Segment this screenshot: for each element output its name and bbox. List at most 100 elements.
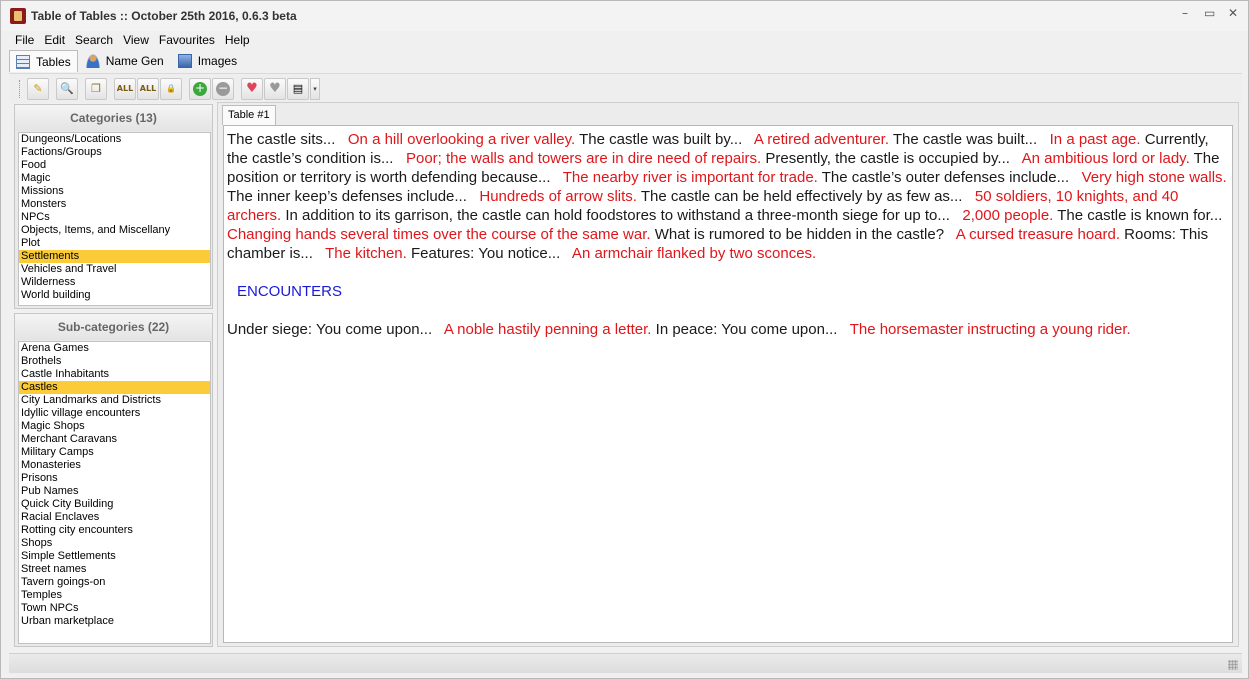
encounters-paragraph: Under siege: You come upon... A noble ha…	[227, 320, 1230, 339]
generated-result[interactable]: An armchair flanked by two sconces.	[569, 245, 816, 262]
generated-result[interactable]: 2,000 people.	[958, 207, 1053, 224]
list-item[interactable]: Town NPCs	[19, 602, 210, 615]
menu-view[interactable]: View	[118, 31, 154, 49]
generated-result[interactable]: A noble hastily penning a letter.	[440, 321, 652, 338]
search-button[interactable]: 🔍	[56, 77, 78, 100]
generated-result[interactable]: A retired adventurer.	[751, 131, 889, 148]
speech-button[interactable]: ▤	[287, 77, 309, 100]
list-item[interactable]: Castles	[19, 381, 210, 394]
tab-images[interactable]: Images	[172, 50, 243, 72]
table-prompt: The castle is known for...	[1053, 207, 1231, 224]
generated-result[interactable]: In a past age.	[1045, 131, 1141, 148]
list-item[interactable]: Vehicles and Travel	[19, 263, 210, 276]
table-prompt: Features: You notice...	[406, 245, 569, 262]
list-item[interactable]: Rotting city encounters	[19, 524, 210, 537]
list-item[interactable]: Simple Settlements	[19, 550, 210, 563]
list-item[interactable]: Plot	[19, 237, 210, 250]
menu-file[interactable]: File	[10, 31, 39, 49]
list-item[interactable]: Street names	[19, 563, 210, 576]
list-item[interactable]: Missions	[19, 185, 210, 198]
table-icon	[16, 54, 30, 69]
toolbar-grip[interactable]	[19, 79, 22, 98]
list-item[interactable]: Pub Names	[19, 485, 210, 498]
subcategories-header: Sub-categories (22)	[15, 314, 212, 340]
list-item[interactable]: City Landmarks and Districts	[19, 394, 210, 407]
tab-label: Images	[197, 54, 238, 68]
favourite-add-icon: ♥	[246, 81, 258, 96]
list-item[interactable]: Objects, Items, and Miscellany	[19, 224, 210, 237]
list-item[interactable]: Magic	[19, 172, 210, 185]
list-item[interactable]: Castle Inhabitants	[19, 368, 210, 381]
menu-search[interactable]: Search	[70, 31, 118, 49]
list-item[interactable]: Monsters	[19, 198, 210, 211]
list-item[interactable]: Racial Enclaves	[19, 511, 210, 524]
generated-result[interactable]: On a hill overlooking a river valley.	[344, 131, 575, 148]
list-item[interactable]: Monasteries	[19, 459, 210, 472]
result-paragraph: The castle sits... On a hill overlooking…	[227, 130, 1230, 263]
table-prompt: What is rumored to be hidden in the cast…	[650, 226, 953, 243]
generated-result[interactable]: The nearby river is important for trade.	[559, 169, 818, 186]
menu-help[interactable]: Help	[220, 31, 255, 49]
window-title: Table of Tables :: October 25th 2016, 0.…	[31, 9, 297, 23]
subcategories-list[interactable]: Arena Games Brothels Castle Inhabitants Cas…	[18, 341, 211, 644]
list-item[interactable]: Military Camps	[19, 446, 210, 459]
list-item[interactable]: Merchant Caravans	[19, 433, 210, 446]
list-item[interactable]: Settlements	[19, 250, 210, 263]
list-item[interactable]: Dungeons/Locations	[19, 133, 210, 146]
list-item[interactable]: Wilderness	[19, 276, 210, 289]
minimize-button[interactable]: –	[1180, 7, 1190, 19]
list-item[interactable]: Urban marketplace	[19, 615, 210, 628]
copy-button[interactable]: ❐	[85, 77, 107, 100]
close-button[interactable]: ✕	[1228, 7, 1238, 19]
menu-edit[interactable]: Edit	[39, 31, 70, 49]
generated-result[interactable]: A cursed treasure hoard.	[952, 226, 1120, 243]
unlock-all-icon: ALL	[139, 84, 157, 93]
list-item[interactable]: Arena Games	[19, 342, 210, 355]
remove-favourite-button[interactable]: ♥	[264, 77, 286, 100]
list-item[interactable]: Magic Shops	[19, 420, 210, 433]
add-button[interactable]: +	[189, 77, 211, 100]
remove-button[interactable]: −	[212, 77, 234, 100]
tab-tables[interactable]: Tables	[9, 50, 78, 72]
list-item[interactable]: Food	[19, 159, 210, 172]
encounters-heading: ENCOUNTERS	[237, 283, 343, 300]
list-item[interactable]: Tavern goings-on	[19, 576, 210, 589]
list-item[interactable]: Prisons	[19, 472, 210, 485]
generated-result[interactable]: An ambitious lord or lady.	[1018, 150, 1190, 167]
toolbar: ✎ 🔍 ❐ ALL ALL 🔒 + − ♥ ♥ ▤ ▾	[9, 73, 1242, 103]
generated-text-panel[interactable]: The castle sits... On a hill overlooking…	[223, 125, 1233, 643]
favourite-remove-icon: ♥	[269, 81, 281, 96]
categories-header: Categories (13)	[15, 105, 212, 131]
generated-result[interactable]: The kitchen.	[321, 245, 407, 262]
generate-button[interactable]: ✎	[27, 77, 49, 100]
maximize-button[interactable]: ▭	[1204, 7, 1215, 19]
categories-list[interactable]: Dungeons/Locations Factions/Groups Food Mag…	[18, 132, 211, 306]
table-prompt: In peace: You come upon...	[651, 321, 846, 338]
generated-result[interactable]: The horsemaster instructing a young ride…	[846, 321, 1131, 338]
lock-all-button[interactable]: ALL	[114, 77, 136, 100]
tab-name-gen[interactable]: Name Gen	[80, 50, 170, 72]
menu-favourites[interactable]: Favourites	[154, 31, 220, 49]
generated-result[interactable]: Poor; the walls and towers are in dire n…	[402, 150, 761, 167]
tab-table-1[interactable]: Table #1	[222, 105, 276, 125]
list-item[interactable]: Idyllic village encounters	[19, 407, 210, 420]
resize-grip-icon[interactable]	[1228, 660, 1238, 670]
list-item[interactable]: NPCs	[19, 211, 210, 224]
copy-icon: ❐	[91, 82, 101, 95]
list-item[interactable]: Brothels	[19, 355, 210, 368]
table-prompt: The castle’s outer defenses include...	[817, 169, 1078, 186]
list-item[interactable]: World building	[19, 289, 210, 302]
list-item[interactable]: Quick City Building	[19, 498, 210, 511]
add-icon: +	[193, 80, 207, 96]
search-icon: 🔍	[60, 82, 74, 95]
lock-button[interactable]: 🔒	[160, 77, 182, 100]
list-item[interactable]: Factions/Groups	[19, 146, 210, 159]
toolbar-dropdown-button[interactable]: ▾	[310, 77, 320, 100]
list-item[interactable]: Temples	[19, 589, 210, 602]
list-item[interactable]: Shops	[19, 537, 210, 550]
unlock-all-button[interactable]: ALL	[137, 77, 159, 100]
title-bar[interactable]: Table of Tables :: October 25th 2016, 0.…	[1, 1, 1248, 31]
add-favourite-button[interactable]: ♥	[241, 77, 263, 100]
generated-result[interactable]: Very high stone walls.	[1077, 169, 1227, 186]
generated-result[interactable]: Hundreds of arrow slits.	[475, 188, 637, 205]
